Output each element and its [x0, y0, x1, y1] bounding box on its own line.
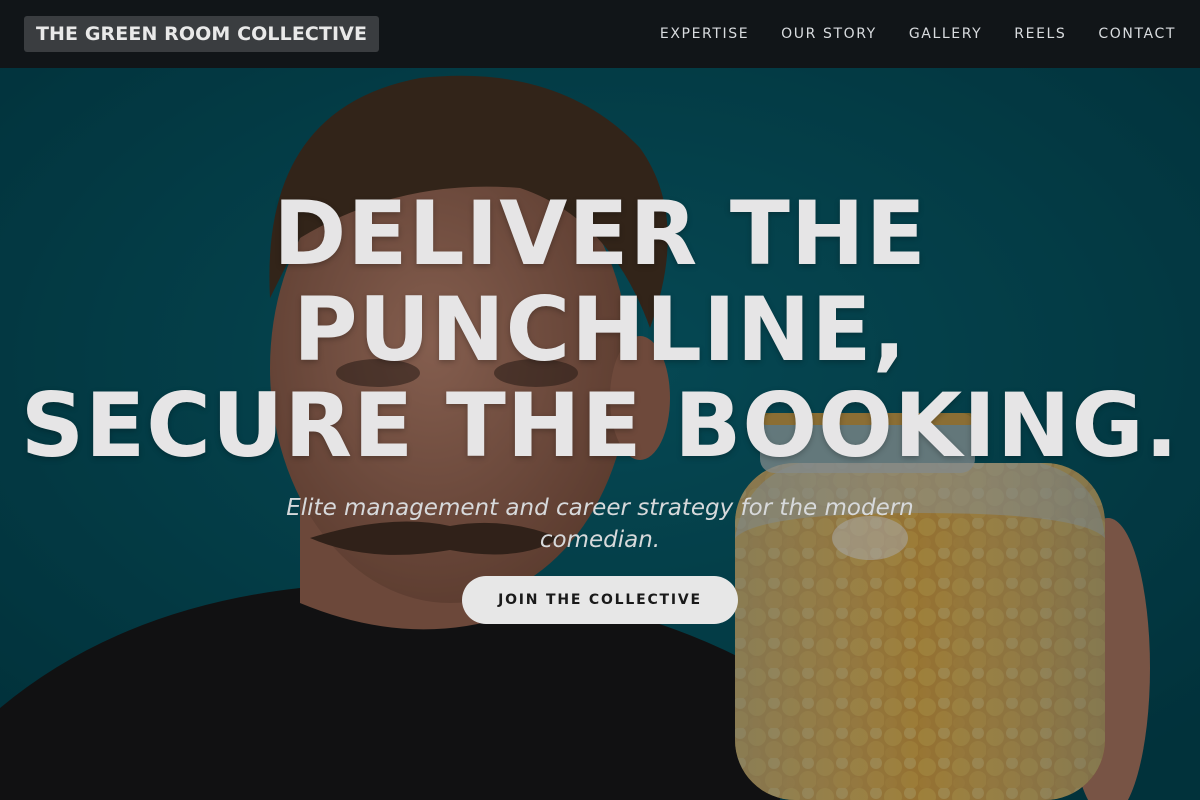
hero-headline-line: SECURE THE BOOKING.	[20, 374, 1180, 477]
hero-subheadline: Elite management and career strategy for…	[286, 495, 914, 553]
nav-link-expertise[interactable]: EXPERTISE	[660, 26, 749, 42]
hero-headline-line: PUNCHLINE,	[293, 278, 907, 381]
hero-headline-line: DELIVER THE	[273, 182, 927, 285]
main-nav: EXPERTISE OUR STORY GALLERY REELS CONTAC…	[628, 26, 1176, 42]
nav-link-contact[interactable]: CONTACT	[1098, 26, 1176, 42]
brand-logo-link[interactable]: THE GREEN ROOM COLLECTIVE	[24, 16, 380, 52]
nav-link-our-story[interactable]: OUR STORY	[781, 26, 877, 42]
join-collective-button[interactable]: JOIN THE COLLECTIVE	[462, 576, 738, 624]
hero-content: DELIVER THE PUNCHLINE, SECURE THE BOOKIN…	[0, 68, 1200, 800]
nav-link-gallery[interactable]: GALLERY	[909, 26, 982, 42]
hero-headline: DELIVER THE PUNCHLINE, SECURE THE BOOKIN…	[0, 186, 1200, 474]
site-header: THE GREEN ROOM COLLECTIVE EXPERTISE OUR …	[0, 0, 1200, 68]
nav-link-reels[interactable]: REELS	[1014, 26, 1066, 42]
hero-section: DELIVER THE PUNCHLINE, SECURE THE BOOKIN…	[0, 68, 1200, 800]
